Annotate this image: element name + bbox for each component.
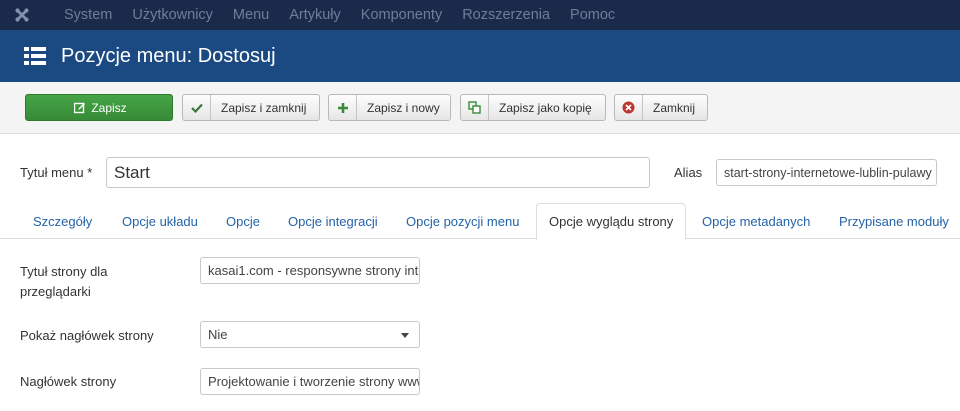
edit-icon — [71, 95, 89, 120]
page-header: Pozycje menu: Dostosuj — [0, 30, 960, 82]
checkmark-icon — [183, 95, 211, 120]
topnav-system[interactable]: System — [64, 0, 112, 30]
tab-metadata[interactable]: Opcje metadanych — [702, 203, 810, 239]
page-heading-label: Nagłówek strony — [20, 374, 117, 389]
caret-down-icon — [401, 333, 409, 338]
tab-integration-options[interactable]: Opcje integracji — [288, 203, 378, 239]
save-copy-button[interactable]: Zapisz jako kopię — [460, 94, 606, 121]
save-new-button[interactable]: Zapisz i nowy — [328, 94, 451, 121]
show-heading-value: Nie — [208, 327, 228, 342]
alias-input[interactable]: start-strony-internetowe-lublin-pulawy — [716, 159, 937, 186]
alias-label: Alias — [674, 165, 703, 180]
toolbar: Zapisz Zapisz i zamknij Zapisz i nowy Za… — [0, 82, 960, 134]
tab-bar: Szczegóły Opcje układu Opcje Opcje integ… — [0, 203, 960, 240]
topnav-content[interactable]: Artykuły — [289, 0, 341, 30]
page-heading-input[interactable]: Projektowanie i tworzenie strony www — [200, 368, 420, 395]
page-title: Pozycje menu: Dostosuj — [61, 44, 276, 67]
show-heading-select[interactable]: Nie — [200, 321, 420, 348]
topnav-extensions[interactable]: Rozszerzenia — [462, 0, 550, 30]
tab-options[interactable]: Opcje — [226, 203, 260, 239]
joomla-logo-icon[interactable] — [0, 0, 44, 30]
tab-page-display[interactable]: Opcje wyglądu strony — [536, 203, 687, 240]
topnav-menus[interactable]: Menu — [233, 0, 269, 30]
topnav-help[interactable]: Pomoc — [570, 0, 615, 30]
tab-module-assignment[interactable]: Przypisane moduły — [839, 203, 949, 239]
cancel-icon — [615, 95, 643, 120]
close-button[interactable]: Zamknij — [614, 94, 708, 121]
copy-icon — [461, 95, 489, 120]
plus-icon — [329, 95, 357, 120]
tab-details[interactable]: Szczegóły — [33, 203, 92, 239]
show-heading-label: Pokaż nagłówek strony — [20, 328, 154, 343]
menu-title-label: Tytuł menu * — [20, 165, 93, 180]
tab-layout-options[interactable]: Opcje układu — [122, 203, 198, 239]
browser-title-label: Tytuł strony dla przeglądarki — [20, 264, 108, 299]
save-button[interactable]: Zapisz — [25, 94, 173, 121]
menu-title-input[interactable]: Start — [106, 157, 650, 188]
browser-title-input[interactable]: kasai1.com - responsywne strony internet… — [200, 257, 420, 284]
top-navbar: System Użytkownicy Menu Artykuły Kompone… — [0, 0, 960, 30]
save-close-button[interactable]: Zapisz i zamknij — [182, 94, 320, 121]
tab-menu-item-options[interactable]: Opcje pozycji menu — [406, 203, 519, 239]
topnav-users[interactable]: Użytkownicy — [132, 0, 213, 30]
list-icon — [24, 47, 46, 65]
topnav-components[interactable]: Komponenty — [361, 0, 442, 30]
